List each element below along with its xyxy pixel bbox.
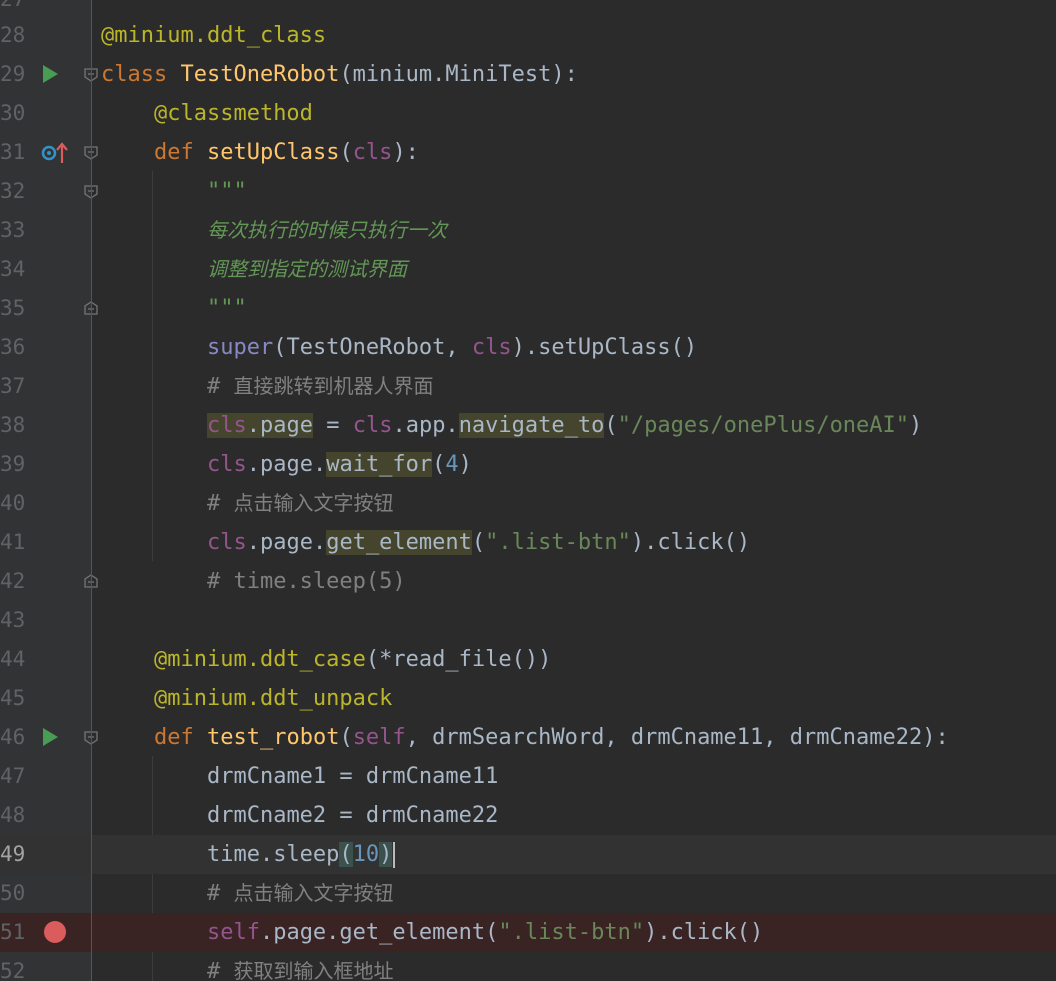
line-number: 39 bbox=[0, 452, 26, 476]
line-number: 49 bbox=[0, 842, 26, 866]
line-number: 30 bbox=[0, 101, 26, 125]
code-text: def test_robot(self, drmSearchWord, drmC… bbox=[153, 725, 949, 750]
code-line[interactable]: 29 class TestOneRobot(minium.MiniTest): bbox=[0, 55, 1056, 94]
code-line[interactable]: 32 """ bbox=[0, 172, 1056, 211]
line-number: 37 bbox=[0, 374, 26, 398]
line-number: 32 bbox=[0, 179, 26, 203]
code-text: cls.page.get_element(".list-btn").click(… bbox=[206, 530, 751, 555]
comment-text: # 获取到输入框地址 bbox=[206, 959, 394, 981]
code-line[interactable]: 35 """ bbox=[0, 289, 1056, 328]
code-line[interactable]: 39 cls.page.wait_for(4) bbox=[0, 445, 1056, 484]
line-number: 44 bbox=[0, 647, 26, 671]
override-up-arrow-icon[interactable] bbox=[40, 141, 68, 165]
comment-text: # 点击输入文字按钮 bbox=[206, 881, 394, 906]
current-code-line[interactable]: 49 time.sleep(10) bbox=[0, 835, 1056, 874]
line-number: 45 bbox=[0, 686, 26, 710]
code-text: drmCname1 = drmCname11 bbox=[206, 764, 499, 789]
line-number: 36 bbox=[0, 335, 26, 359]
line-number: 42 bbox=[0, 569, 26, 593]
code-text: """ bbox=[206, 179, 247, 204]
code-line[interactable]: 48 drmCname2 = drmCname22 bbox=[0, 796, 1056, 835]
line-number: 31 bbox=[0, 140, 26, 164]
comment-text: # 直接跳转到机器人界面 bbox=[206, 374, 434, 399]
code-line[interactable]: 30 @classmethod bbox=[0, 94, 1056, 133]
comment-text: # time.sleep(5) bbox=[206, 569, 406, 594]
breakpoint-code-line[interactable]: 51 self.page.get_element(".list-btn").cl… bbox=[0, 913, 1056, 952]
line-number: 28 bbox=[0, 23, 26, 47]
code-line[interactable]: 36 super(TestOneRobot, cls).setUpClass() bbox=[0, 328, 1056, 367]
code-line[interactable]: 33 每次执行的时候只执行一次 bbox=[0, 211, 1056, 250]
docstring-text: 调整到指定的测试界面 bbox=[206, 257, 407, 281]
code-line[interactable]: 38 cls.page = cls.app.navigate_to("/page… bbox=[0, 406, 1056, 445]
docstring-text: 每次执行的时候只执行一次 bbox=[206, 218, 447, 242]
line-number: 40 bbox=[0, 491, 26, 515]
code-text: @minium.ddt_class bbox=[101, 23, 327, 48]
line-number: 29 bbox=[0, 62, 26, 86]
code-line[interactable]: 37 # 直接跳转到机器人界面 bbox=[0, 367, 1056, 406]
code-line[interactable]: 28 @minium.ddt_class bbox=[0, 16, 1056, 55]
line-number: 38 bbox=[0, 413, 26, 437]
line-number: 50 bbox=[0, 881, 26, 905]
run-triangle-icon[interactable] bbox=[43, 728, 58, 746]
code-line[interactable]: 34 调整到指定的测试界面 bbox=[0, 250, 1056, 289]
line-number: 48 bbox=[0, 803, 26, 827]
text-caret bbox=[393, 842, 396, 868]
breakpoint-icon[interactable] bbox=[44, 921, 66, 943]
code-line[interactable]: 40 # 点击输入文字按钮 bbox=[0, 484, 1056, 523]
line-number: 52 bbox=[0, 959, 26, 981]
code-text: @classmethod bbox=[153, 101, 313, 126]
code-line[interactable]: 46 def test_robot(self, drmSearchWord, d… bbox=[0, 718, 1056, 757]
line-number: 46 bbox=[0, 725, 26, 749]
code-text: cls.page.wait_for(4) bbox=[206, 452, 472, 477]
code-text: cls.page = cls.app.navigate_to("/pages/o… bbox=[206, 413, 923, 438]
code-line[interactable]: 41 cls.page.get_element(".list-btn").cli… bbox=[0, 523, 1056, 562]
code-text: @minium.ddt_unpack bbox=[153, 686, 393, 711]
code-text: super(TestOneRobot, cls).setUpClass() bbox=[206, 335, 698, 360]
line-number: 35 bbox=[0, 296, 26, 320]
code-text: @minium.ddt_case(*read_file()) bbox=[153, 647, 552, 672]
line-number: 43 bbox=[0, 608, 26, 632]
code-text: drmCname2 = drmCname22 bbox=[206, 803, 499, 828]
code-line[interactable]: 45 @minium.ddt_unpack bbox=[0, 679, 1056, 718]
line-number: 34 bbox=[0, 257, 26, 281]
code-line[interactable]: 31 def setUpClass(cls): bbox=[0, 133, 1056, 172]
code-text: self.page.get_element(".list-btn").click… bbox=[206, 920, 764, 945]
line-number: 41 bbox=[0, 530, 26, 554]
code-text: """ bbox=[206, 296, 247, 321]
gutter-divider bbox=[91, 0, 92, 981]
run-triangle-icon[interactable] bbox=[43, 65, 58, 83]
code-text: time.sleep(10) bbox=[101, 835, 396, 874]
code-editor[interactable]: 27 28 @minium.ddt_class 29 class TestOne… bbox=[0, 0, 1056, 981]
code-line[interactable]: 47 drmCname1 = drmCname11 bbox=[0, 757, 1056, 796]
code-line[interactable]: 42 # time.sleep(5) bbox=[0, 562, 1056, 601]
code-line[interactable]: 43 bbox=[0, 601, 1056, 640]
code-line[interactable]: 52 # 获取到输入框地址 bbox=[0, 952, 1056, 981]
line-number: 47 bbox=[0, 764, 26, 788]
code-text: def setUpClass(cls): bbox=[153, 140, 419, 165]
code-text: class TestOneRobot(minium.MiniTest): bbox=[101, 62, 578, 87]
line-number: 51 bbox=[0, 920, 26, 944]
comment-text: # 点击输入文字按钮 bbox=[206, 491, 394, 516]
line-number: 33 bbox=[0, 218, 26, 242]
code-line[interactable]: 44 @minium.ddt_case(*read_file()) bbox=[0, 640, 1056, 679]
code-line[interactable]: 50 # 点击输入文字按钮 bbox=[0, 874, 1056, 913]
